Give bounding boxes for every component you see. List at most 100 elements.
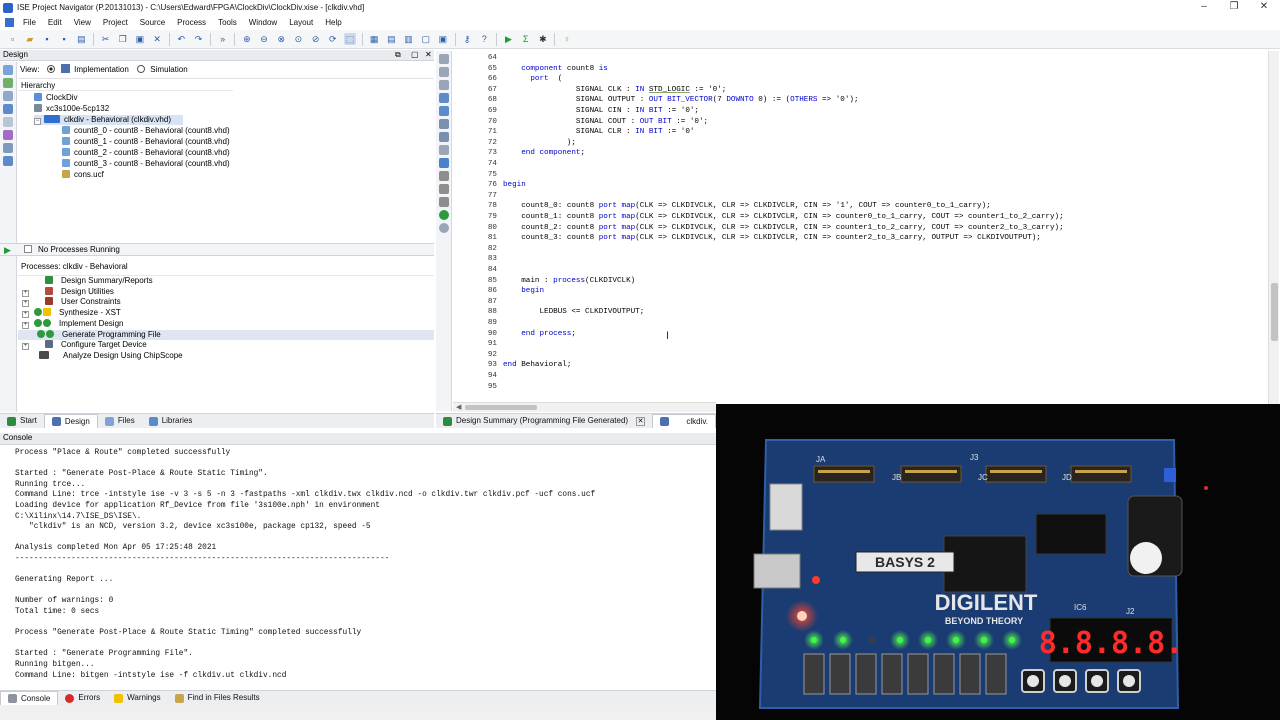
zoom-out-icon[interactable]: ⊖ [258, 33, 270, 45]
restore-button[interactable]: ❐ [1218, 0, 1250, 15]
process-design-utilities[interactable]: + Design Utilities [22, 286, 114, 298]
expand-icon[interactable]: + [22, 300, 29, 308]
restore-panel-icon[interactable]: ▣ [437, 33, 449, 45]
stop-process-icon[interactable] [24, 245, 32, 253]
select-icon[interactable]: ⬚ [343, 33, 356, 45]
editor-tool-icon[interactable] [439, 80, 449, 90]
tab-clkdiv[interactable]: clkdiv. [652, 414, 716, 428]
insert-template-icon[interactable] [439, 158, 449, 168]
print-icon[interactable]: ▤ [75, 33, 87, 45]
key-icon[interactable]: ⚷ [461, 33, 473, 45]
menu-help[interactable]: Help [319, 18, 347, 27]
simulation-radio[interactable] [137, 65, 146, 73]
tree-item-clkdiv[interactable]: − clkdiv - Behavioral (clkdiv.vhd) [34, 115, 183, 125]
cascade-icon[interactable]: ▦ [368, 33, 380, 45]
menu-source[interactable]: Source [134, 18, 171, 27]
tab-design-summary[interactable]: Design Summary (Programming File Generat… [436, 414, 652, 428]
tab-libraries[interactable]: Libraries [142, 414, 200, 428]
cut-icon[interactable]: ✂ [100, 33, 112, 45]
save-all-icon[interactable]: ▪ [58, 33, 70, 45]
lightbulb-icon[interactable]: ♀ [561, 33, 573, 45]
indent-icon[interactable] [439, 93, 449, 103]
menu-file[interactable]: File [17, 18, 42, 27]
tree-item-project[interactable]: ClockDiv [34, 93, 78, 103]
tab-start[interactable]: Start [0, 414, 44, 428]
menu-process[interactable]: Process [171, 18, 212, 27]
menu-tools[interactable]: Tools [212, 18, 243, 27]
editor-horizontal-scrollbar[interactable]: ◀ [453, 402, 716, 412]
run-icon[interactable]: ▶ [502, 33, 514, 45]
process-synthesize[interactable]: + Synthesize - XST [22, 308, 121, 319]
close-button[interactable]: ✕ [1248, 0, 1280, 15]
close-panel-icon[interactable]: ✕ [425, 50, 432, 60]
help-context-icon[interactable]: ? [478, 33, 490, 45]
zoom-in-icon[interactable]: ⊕ [241, 33, 253, 45]
undo-icon[interactable]: ↶ [175, 33, 187, 45]
zoom-full-icon[interactable]: ⊗ [275, 33, 287, 45]
sigma-icon[interactable]: Σ [520, 33, 532, 45]
process-chipscope[interactable]: Analyze Design Using ChipScope [35, 350, 183, 362]
tile-horizontal-icon[interactable]: ▤ [385, 33, 397, 45]
comment-icon[interactable] [439, 119, 449, 129]
editor-vertical-scrollbar[interactable] [1268, 51, 1279, 404]
scrollbar-thumb[interactable] [465, 405, 537, 410]
maximize-panel-icon[interactable]: ▢ [411, 50, 419, 60]
open-folder-icon[interactable]: ▰ [24, 33, 36, 45]
float-panel-icon[interactable]: ⧉ [395, 50, 401, 60]
process-user-constraints[interactable]: + User Constraints [22, 297, 121, 308]
close-tab-icon[interactable]: ✕ [636, 416, 646, 426]
ip-core-icon[interactable] [3, 156, 13, 166]
redo-icon[interactable]: ↷ [192, 33, 204, 45]
paste-icon[interactable]: ▣ [134, 33, 146, 45]
save-icon[interactable]: ▪ [41, 33, 53, 45]
scroll-left-icon[interactable]: ◀ [456, 403, 461, 411]
minimize-button[interactable]: – [1188, 0, 1220, 15]
code-editor[interactable]: 64 65 component count8 is 66 port (67 SIGN… [453, 51, 1268, 404]
outdent-icon[interactable] [439, 106, 449, 116]
delete-icon[interactable]: ✕ [151, 33, 163, 45]
process-implement[interactable]: + Implement Design [22, 318, 123, 330]
new-source-icon[interactable] [3, 91, 13, 101]
collapse-icon[interactable]: − [34, 118, 41, 125]
bookmark-icon[interactable] [439, 145, 449, 155]
menu-window[interactable]: Window [243, 18, 283, 27]
tab-files[interactable]: Files [98, 414, 142, 428]
tree-item-count8-1[interactable]: count8_1 - count8 - Behavioral (count8.v… [62, 137, 230, 147]
tab-errors[interactable]: Errors [58, 691, 107, 705]
new-file-icon[interactable]: ▫ [7, 33, 19, 45]
find-icon[interactable] [439, 184, 449, 194]
scrollbar-thumb[interactable] [1271, 283, 1278, 341]
menu-layout[interactable]: Layout [283, 18, 319, 27]
add-copy-source-icon[interactable] [3, 78, 13, 88]
tree-item-count8-0[interactable]: count8_0 - count8 - Behavioral (count8.v… [62, 126, 230, 136]
tree-item-cons-ucf[interactable]: cons.ucf [62, 170, 104, 180]
tree-item-count8-3[interactable]: count8_3 - count8 - Behavioral (count8.v… [62, 159, 230, 169]
tab-warnings[interactable]: Warnings [107, 691, 168, 705]
source-properties-icon[interactable] [3, 104, 13, 114]
run-process-icon[interactable]: ▶ [4, 244, 11, 256]
add-source-icon[interactable] [3, 65, 13, 75]
expand-icon[interactable]: + [22, 311, 29, 319]
replace-icon[interactable] [439, 197, 449, 207]
expand-icon[interactable]: + [22, 321, 29, 329]
process-design-summary[interactable]: Design Summary/Reports [35, 276, 153, 287]
process-configure-target[interactable]: + Configure Target Device [22, 340, 147, 351]
editor-tool-icon[interactable] [439, 67, 449, 77]
editor-tool-icon[interactable] [439, 54, 449, 64]
expand-icon[interactable]: + [22, 343, 29, 351]
expand-icon[interactable]: + [22, 289, 29, 297]
stop-icon[interactable]: ✱ [537, 33, 549, 45]
zoom-selection-icon[interactable]: ⊘ [310, 33, 322, 45]
zoom-fit-icon[interactable]: ⊙ [292, 33, 304, 45]
language-template-icon[interactable] [439, 223, 449, 233]
tree-item-device[interactable]: xc3s100e-5cp132 [34, 104, 109, 114]
refresh-icon[interactable]: ⟳ [327, 33, 339, 45]
process-generate-programming-file[interactable]: Generate Programming File [18, 329, 434, 341]
menu-project[interactable]: Project [97, 18, 134, 27]
uncomment-icon[interactable] [439, 132, 449, 142]
module-view-icon[interactable] [3, 143, 13, 153]
tab-console[interactable]: Console [0, 691, 59, 705]
menu-view[interactable]: View [68, 18, 97, 27]
console-output[interactable]: Process "Place & Route" completed succes… [0, 445, 716, 690]
tab-design[interactable]: Design [43, 414, 98, 428]
